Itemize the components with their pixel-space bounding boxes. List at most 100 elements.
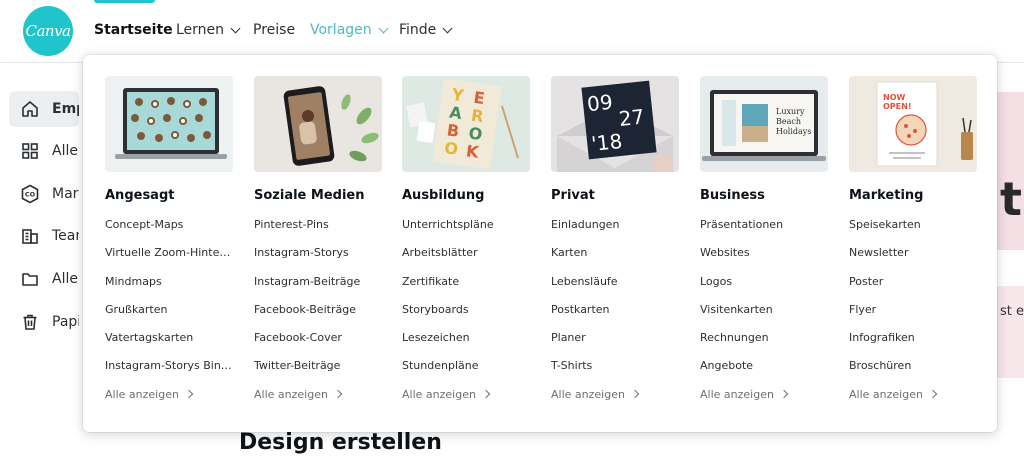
chevron-right-icon [779,390,789,399]
active-tab-indicator [94,0,155,3]
show-all-link[interactable]: Alle anzeigen [105,388,233,401]
template-link[interactable]: Instagram-Storys Bin… [105,359,233,387]
show-all-link[interactable]: Alle anzeigen [700,388,828,401]
template-link[interactable]: Präsentationen [700,218,828,246]
show-all-link[interactable]: Alle anzeigen [254,388,382,401]
template-link[interactable]: Instagram-Storys [254,246,382,274]
template-link[interactable]: Lebensläufe [551,275,679,303]
template-link[interactable]: Angebote [700,359,828,387]
template-link[interactable]: Lesezeichen [402,331,530,359]
home-icon [20,99,40,119]
nav-home[interactable]: Startseite [94,22,173,38]
sidebar-item-brand-kit[interactable]: CO Mark [9,176,79,212]
template-link[interactable]: Websites [700,246,828,274]
template-link[interactable]: Virtuelle Zoom-Hinte… [105,246,233,274]
category-title[interactable]: Marketing [849,188,977,203]
show-all-link[interactable]: Alle anzeigen [551,388,679,401]
template-link[interactable]: Einladungen [551,218,679,246]
nav-learn[interactable]: Lernen [176,22,241,38]
template-link[interactable]: Broschüren [849,359,977,387]
template-link[interactable]: Arbeitsblätter [402,246,530,274]
category-title[interactable]: Ausbildung [402,188,530,203]
nav-find[interactable]: Finde [399,22,453,38]
svg-text:09: 09 [586,90,614,117]
template-link[interactable]: Infografiken [849,331,977,359]
category-column-social-media: Soziale Medien Pinterest-Pins Instagram-… [254,76,382,401]
chevron-down-icon [378,23,389,33]
category-column-marketing: NOW OPEN! Marketing Speisekarten Newslet… [849,76,977,401]
svg-text:O: O [443,138,459,159]
nav-templates[interactable]: Vorlagen [310,22,389,38]
template-link[interactable]: Stundenpläne [402,359,530,387]
template-link[interactable]: Poster [849,275,977,303]
top-navigation: Canva Startseite Lernen Preise Vorlagen … [0,0,1024,63]
category-title[interactable]: Angesagt [105,188,233,203]
chevron-right-icon [630,390,640,399]
template-link[interactable]: Planer [551,331,679,359]
sidebar-item-all-designs[interactable]: Alle d [9,133,79,169]
template-link[interactable]: Zertifikate [402,275,530,303]
promo-banner [997,286,1024,378]
template-link[interactable]: Instagram-Beiträge [254,275,382,303]
thumbnail-social-media[interactable] [254,76,382,172]
template-link[interactable]: Flyer [849,303,977,331]
category-column-trending: Angesagt Concept-Maps Virtuelle Zoom-Hin… [105,76,233,401]
svg-text:Holidays: Holidays [776,127,811,136]
trash-icon [20,312,40,332]
template-link[interactable]: Postkarten [551,303,679,331]
sidebar-item-recommended[interactable]: Empf [9,91,79,127]
templates-dropdown: Angesagt Concept-Maps Virtuelle Zoom-Hin… [83,55,997,432]
template-link[interactable]: Facebook-Cover [254,331,382,359]
folder-icon [20,269,40,289]
template-link[interactable]: Vatertagskarten [105,331,233,359]
template-link[interactable]: Mindmaps [105,275,233,303]
show-all-link[interactable]: Alle anzeigen [849,388,977,401]
chevron-right-icon [928,390,938,399]
sidebar-item-team[interactable]: Team [9,218,79,254]
template-link[interactable]: Pinterest-Pins [254,218,382,246]
template-link[interactable]: Storyboards [402,303,530,331]
template-link[interactable]: Twitter-Beiträge [254,359,382,387]
template-link[interactable]: T-Shirts [551,359,679,387]
svg-text:CO: CO [25,191,36,199]
thumbnail-trending[interactable] [105,76,233,172]
sidebar-item-all-folders[interactable]: Alle d [9,261,79,297]
team-icon [20,226,40,246]
sidebar-item-trash[interactable]: Papie [9,304,79,340]
template-link[interactable]: Rechnungen [700,331,828,359]
category-title[interactable]: Privat [551,188,679,203]
category-title[interactable]: Soziale Medien [254,188,382,203]
grid-icon [20,141,40,161]
svg-text:'18: '18 [590,129,623,156]
template-link[interactable]: Facebook-Beiträge [254,303,382,331]
chevron-right-icon [481,390,491,399]
chevron-down-icon [230,23,241,33]
hero-banner [997,92,1024,250]
template-link[interactable]: Newsletter [849,246,977,274]
thumbnail-business[interactable]: Luxury Beach Holidays [700,76,828,172]
template-link[interactable]: Unterrichtspläne [402,218,530,246]
template-link[interactable]: Concept-Maps [105,218,233,246]
thumbnail-personal[interactable]: 09 27 '18 [551,76,679,172]
section-title: Design erstellen [239,430,442,455]
thumbnail-education[interactable]: Y E A R B O O K [402,76,530,172]
template-link[interactable]: Logos [700,275,828,303]
nav-pricing[interactable]: Preise [253,22,295,38]
template-link[interactable]: Karten [551,246,679,274]
template-link[interactable]: Speisekarten [849,218,977,246]
svg-text:NOW: NOW [883,93,905,102]
show-all-link[interactable]: Alle anzeigen [402,388,530,401]
hero-text: ta [1000,172,1024,226]
svg-text:Beach: Beach [776,117,801,126]
svg-text:Luxury: Luxury [776,107,805,116]
promo-text: st es, [1000,304,1024,319]
template-link[interactable]: Visitenkarten [700,303,828,331]
chevron-right-icon [333,390,343,399]
canva-logo[interactable]: Canva [23,6,73,56]
chevron-right-icon [184,390,194,399]
thumbnail-marketing[interactable]: NOW OPEN! [849,76,977,172]
template-link[interactable]: Grußkarten [105,303,233,331]
category-title[interactable]: Business [700,188,828,203]
category-column-personal: 09 27 '18 Privat Einladungen Karten Lebe… [551,76,679,401]
category-column-education: Y E A R B O O K Ausbildung Unterrichtspl… [402,76,530,401]
